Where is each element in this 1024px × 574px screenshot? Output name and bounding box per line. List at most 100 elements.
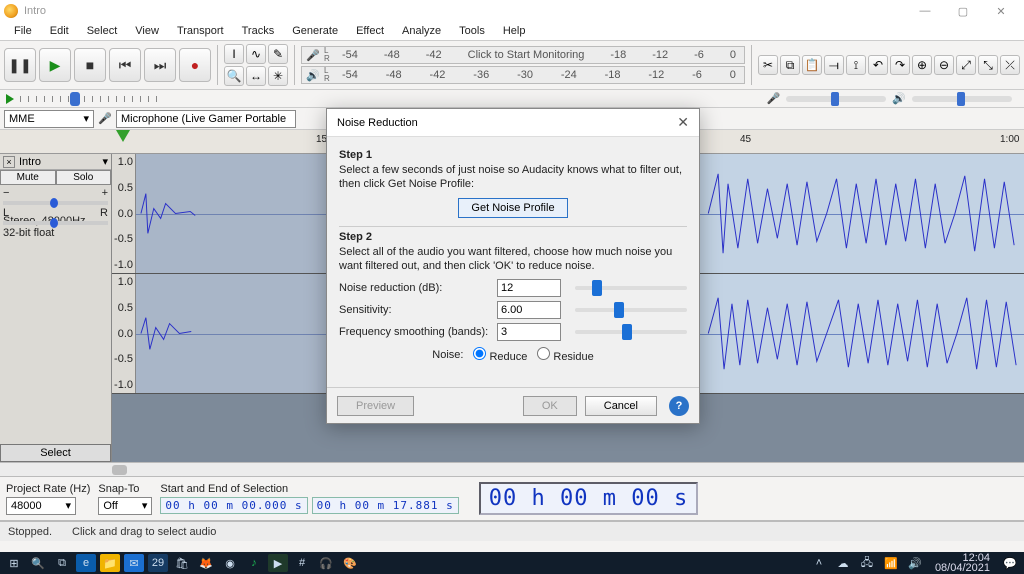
menu-view[interactable]: View (127, 23, 167, 39)
start-monitoring-label[interactable]: Click to Start Monitoring (468, 49, 585, 61)
recording-volume-slider[interactable] (786, 96, 886, 102)
playback-volume-slider[interactable] (912, 96, 1012, 102)
audio-host-select[interactable]: MME▾ (4, 110, 94, 128)
playback-meter[interactable]: 🔊 LR -54 -48 -42 -36 -30 -24 -18 -12 -6 … (301, 66, 745, 84)
stop-button[interactable]: ■ (74, 48, 106, 82)
selection-tool-button[interactable]: I (224, 44, 244, 64)
menu-file[interactable]: File (6, 23, 40, 39)
paste-button[interactable]: 📋 (802, 55, 822, 75)
freq-smoothing-slider[interactable] (575, 330, 687, 334)
track-select-button[interactable]: Select (0, 444, 111, 462)
task-view-icon[interactable]: ⧉ (52, 554, 72, 572)
movies-icon[interactable]: ▶ (268, 554, 288, 572)
fit-project-button[interactable]: ⤡ (978, 55, 998, 75)
sensitivity-slider[interactable] (575, 308, 687, 312)
system-clock[interactable]: 12:04 08/04/2021 (929, 553, 996, 573)
wifi-icon[interactable]: 📶 (881, 554, 901, 572)
edge-icon[interactable]: e (76, 554, 96, 572)
skip-start-button[interactable]: ⏮ (109, 48, 141, 82)
maximize-button[interactable]: ▢ (944, 0, 982, 22)
menu-tools[interactable]: Tools (451, 23, 493, 39)
solo-button[interactable]: Solo (56, 170, 112, 185)
reduce-radio[interactable]: Reduce (473, 347, 527, 363)
help-button[interactable]: ? (669, 396, 689, 416)
envelope-tool-button[interactable]: ∿ (246, 44, 266, 64)
mute-button[interactable]: Mute (0, 170, 56, 185)
search-icon[interactable]: 🔍 (28, 554, 48, 572)
play-button[interactable]: ▶ (39, 48, 71, 82)
menu-effect[interactable]: Effect (348, 23, 392, 39)
track-gain-slider[interactable] (3, 201, 108, 205)
copy-button[interactable]: ⧉ (780, 55, 800, 75)
track-name[interactable]: Intro (19, 156, 41, 168)
zoom-out-button[interactable]: ⊖ (934, 55, 954, 75)
tray-chevron-icon[interactable]: ˄ (809, 554, 829, 572)
freq-smoothing-input[interactable] (497, 323, 561, 341)
network-icon[interactable]: 🖧 (857, 554, 877, 572)
horizontal-scrollbar[interactable] (0, 463, 1024, 477)
volume-icon[interactable]: 🔊 (905, 554, 925, 572)
close-button[interactable]: ✕ (982, 0, 1020, 22)
audacity-logo-icon (4, 4, 18, 18)
spotify-icon[interactable]: ♪ (244, 554, 264, 572)
chrome-icon[interactable]: ◉ (220, 554, 240, 572)
snap-to-select[interactable]: Off▾ (98, 497, 152, 515)
fit-selection-button[interactable]: ⤢ (956, 55, 976, 75)
audio-position-display[interactable]: 00 h 00 m 00 s (479, 482, 698, 515)
get-noise-profile-button[interactable]: Get Noise Profile (458, 198, 567, 218)
menu-transport[interactable]: Transport (169, 23, 232, 39)
multi-tool-button[interactable]: ✳ (268, 66, 288, 86)
trim-button[interactable]: ⟞ (824, 55, 844, 75)
playback-speed-slider[interactable] (20, 96, 160, 102)
noise-reduction-slider[interactable] (575, 286, 687, 290)
track-control-panel: × Intro ▾ Mute Solo −+ LR Stereo, 48000H… (0, 154, 112, 462)
menu-generate[interactable]: Generate (284, 23, 346, 39)
redo-button[interactable]: ↷ (890, 55, 910, 75)
silence-button[interactable]: ⟟ (846, 55, 866, 75)
track-close-button[interactable]: × (3, 156, 15, 168)
zoom-in-button[interactable]: ⊕ (912, 55, 932, 75)
record-button[interactable]: ● (179, 48, 211, 82)
store-icon[interactable]: 🛍 (172, 554, 192, 572)
residue-radio[interactable]: Residue (537, 347, 593, 363)
track-menu-button[interactable]: ▾ (102, 155, 108, 168)
cut-button[interactable]: ✂ (758, 55, 778, 75)
selection-end-field[interactable]: 00 h 00 m 17.881 s (312, 497, 459, 514)
onedrive-icon[interactable]: ☁ (833, 554, 853, 572)
preview-button[interactable]: Preview (337, 396, 414, 416)
menu-edit[interactable]: Edit (42, 23, 77, 39)
skip-end-button[interactable]: ⏭ (144, 48, 176, 82)
sensitivity-input[interactable] (497, 301, 561, 319)
menu-tracks[interactable]: Tracks (234, 23, 283, 39)
menu-analyze[interactable]: Analyze (394, 23, 449, 39)
paint-icon[interactable]: 🎨 (340, 554, 360, 572)
zoom-toggle-button[interactable]: ⤫ (1000, 55, 1020, 75)
menu-select[interactable]: Select (79, 23, 126, 39)
mail-icon[interactable]: ✉ (124, 554, 144, 572)
explorer-icon[interactable]: 📁 (100, 554, 120, 572)
minimize-button[interactable]: — (906, 0, 944, 22)
play-cursor-icon[interactable] (116, 130, 130, 142)
cancel-button[interactable]: Cancel (585, 396, 657, 416)
project-rate-select[interactable]: 48000▾ (6, 497, 76, 515)
recording-meter[interactable]: 🎤 LR -54 -48 -42 Click to Start Monitori… (301, 46, 745, 64)
noise-reduction-input[interactable] (497, 279, 561, 297)
firefox-icon[interactable]: 🦊 (196, 554, 216, 572)
slack-icon[interactable]: # (292, 554, 312, 572)
dialog-close-button[interactable]: ✕ (677, 114, 689, 131)
play-at-speed-button[interactable] (6, 94, 14, 104)
start-button[interactable]: ⊞ (4, 554, 24, 572)
zoom-tool-button[interactable]: 🔍 (224, 66, 244, 86)
track-pan-slider[interactable] (3, 221, 108, 225)
selection-start-field[interactable]: 00 h 00 m 00.000 s (160, 497, 307, 514)
audacity-icon[interactable]: 🎧 (316, 554, 336, 572)
menu-help[interactable]: Help (495, 23, 534, 39)
pause-button[interactable]: ❚❚ (4, 48, 36, 82)
notifications-icon[interactable]: 💬 (1000, 554, 1020, 572)
ok-button[interactable]: OK (523, 396, 577, 416)
undo-button[interactable]: ↶ (868, 55, 888, 75)
timeshift-tool-button[interactable]: ↔ (246, 66, 266, 86)
draw-tool-button[interactable]: ✎ (268, 44, 288, 64)
calendar-icon[interactable]: 29 (148, 554, 168, 572)
input-device-select[interactable]: Microphone (Live Gamer Portable (116, 110, 296, 128)
